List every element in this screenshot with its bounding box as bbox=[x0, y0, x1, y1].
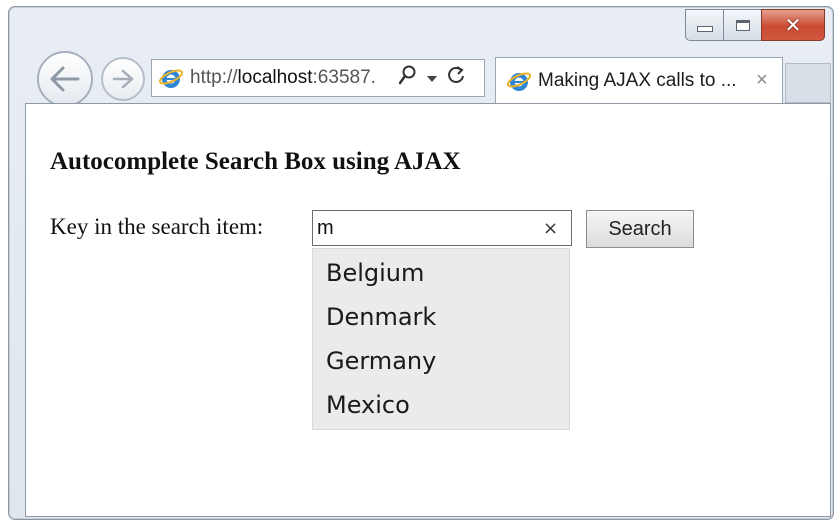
url-port: :63587. bbox=[312, 67, 376, 88]
search-icon[interactable] bbox=[398, 65, 417, 91]
browser-tab-active[interactable]: Making AJAX calls to ... × bbox=[495, 57, 783, 103]
maximize-button[interactable] bbox=[723, 9, 761, 41]
search-input-box[interactable]: × bbox=[312, 210, 572, 246]
suggestion-item[interactable]: Germany bbox=[313, 339, 569, 383]
browser-window: ✕ http://localhost:63587. Making AJAX ca… bbox=[8, 6, 834, 520]
search-label: Key in the search item: bbox=[50, 214, 264, 239]
page-content: Autocomplete Search Box using AJAX Key i… bbox=[25, 103, 831, 517]
refresh-icon[interactable] bbox=[447, 66, 465, 90]
search-input[interactable] bbox=[313, 213, 537, 243]
suggestion-item[interactable]: Denmark bbox=[313, 295, 569, 339]
close-window-button[interactable]: ✕ bbox=[761, 9, 825, 41]
minimize-button[interactable] bbox=[685, 9, 723, 41]
tab-close-icon[interactable]: × bbox=[756, 69, 768, 92]
minimize-icon bbox=[696, 26, 713, 32]
url-text[interactable]: http://localhost:63587. bbox=[190, 67, 390, 89]
forward-button[interactable] bbox=[101, 57, 145, 101]
autocomplete-suggestions: Belgium Denmark Germany Mexico bbox=[312, 248, 570, 430]
maximize-icon bbox=[735, 19, 750, 31]
url-host: localhost bbox=[237, 67, 313, 88]
back-button[interactable] bbox=[37, 51, 93, 107]
search-button[interactable]: Search bbox=[586, 210, 694, 248]
chevron-down-icon[interactable] bbox=[427, 67, 437, 90]
address-bar[interactable]: http://localhost:63587. bbox=[151, 59, 485, 97]
tab-internet-explorer-icon bbox=[506, 71, 532, 91]
clear-input-icon[interactable]: × bbox=[543, 218, 558, 239]
close-icon: ✕ bbox=[784, 13, 802, 37]
new-tab-button[interactable] bbox=[785, 63, 831, 103]
forward-arrow-icon bbox=[112, 69, 134, 89]
window-controls: ✕ bbox=[685, 9, 825, 45]
address-controls bbox=[394, 65, 470, 91]
tab-title: Making AJAX calls to ... bbox=[538, 69, 737, 91]
suggestion-item[interactable]: Belgium bbox=[313, 251, 569, 295]
suggestion-item[interactable]: Mexico bbox=[313, 383, 569, 427]
url-prefix: http:// bbox=[190, 67, 238, 88]
internet-explorer-icon bbox=[158, 69, 184, 88]
back-arrow-icon bbox=[50, 66, 80, 92]
page-title: Autocomplete Search Box using AJAX bbox=[50, 148, 461, 175]
